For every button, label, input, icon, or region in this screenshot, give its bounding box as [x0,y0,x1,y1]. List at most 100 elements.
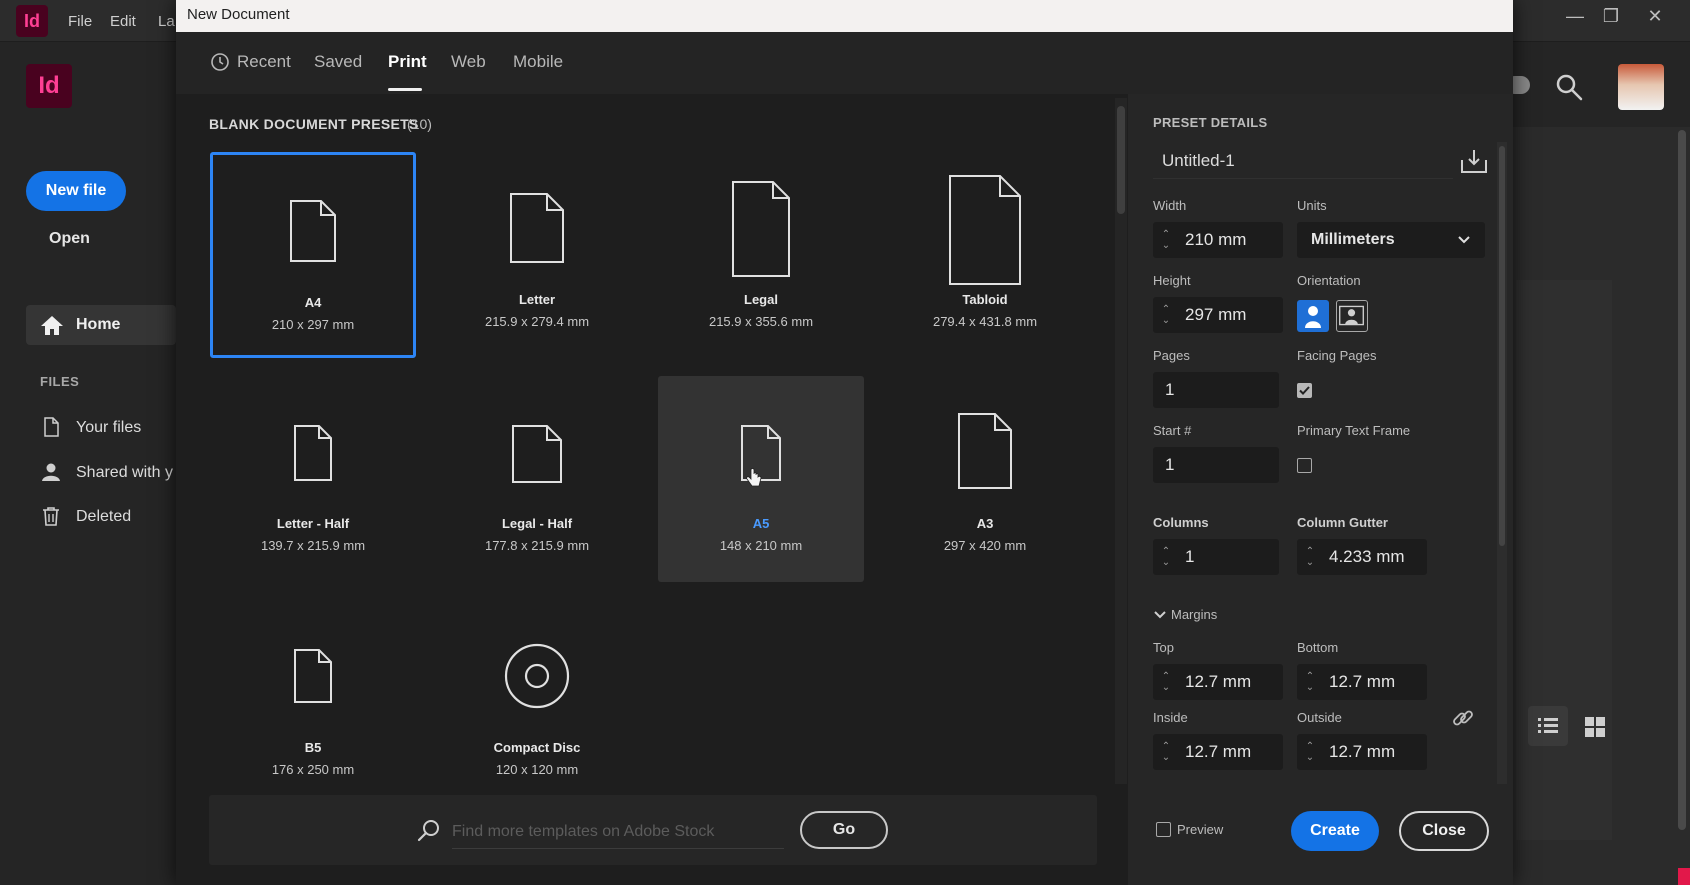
menu-file[interactable]: File [68,13,92,30]
top-margin-label: Top [1153,640,1174,655]
width-field[interactable]: ⌃ ⌄ 210 mm [1153,222,1283,258]
landscape-icon [1339,305,1364,326]
preset-compact-disc[interactable]: Compact Disc 120 x 120 mm [434,600,640,806]
save-preset-icon[interactable] [1460,148,1488,174]
preset-size: 139.7 x 215.9 mm [260,538,366,553]
preset-name: Tabloid [962,292,1008,307]
tab-print[interactable]: Print [388,52,427,72]
stepper-icon[interactable]: ⌃ ⌄ [1297,664,1323,700]
stock-search-input[interactable] [452,815,784,849]
close-button[interactable]: Close [1399,811,1489,851]
bottom-margin-field[interactable]: ⌃ ⌄ 12.7 mm [1297,664,1427,700]
preset-name: Letter - Half [276,516,350,531]
preset-name: A3 [976,516,994,531]
minimize-icon[interactable]: — [1560,6,1590,30]
tab-recent[interactable]: Recent [237,52,291,72]
outside-margin-label: Outside [1297,710,1342,725]
search-icon[interactable] [1554,72,1584,102]
column-gutter-field[interactable]: ⌃ ⌄ 4.233 mm [1297,539,1427,575]
tab-mobile[interactable]: Mobile [513,52,563,72]
go-button[interactable]: Go [800,811,888,849]
facing-pages-checkbox[interactable] [1297,383,1312,398]
preview-checkbox[interactable] [1156,822,1171,837]
restore-icon[interactable]: ❐ [1596,6,1626,30]
sidebar-item-deleted[interactable]: Deleted [76,508,131,526]
preset-a4[interactable]: A4 210 x 297 mm [210,152,416,358]
presets-scroll-thumb[interactable] [1117,106,1125,214]
stepper-icon[interactable]: ⌃ ⌄ [1153,297,1179,333]
tabs-bar [176,32,1513,94]
width-value: 210 mm [1185,230,1247,249]
preset-letter-half[interactable]: Letter - Half 139.7 x 215.9 mm [210,376,416,582]
menu-edit[interactable]: Edit [110,13,136,30]
bottom-margin-value: 12.7 mm [1329,672,1396,691]
app-scrollbar[interactable] [1678,130,1686,830]
columns-value: 1 [1185,547,1195,566]
margins-toggle[interactable]: Margins [1153,607,1217,622]
preset-name: B5 [304,740,322,755]
inside-margin-field[interactable]: ⌃ ⌄ 12.7 mm [1153,734,1283,770]
outside-margin-field[interactable]: ⌃ ⌄ 12.7 mm [1297,734,1427,770]
file-icon [44,417,59,437]
preset-name: A4 [304,295,322,310]
preset-a3[interactable]: A3 297 x 420 mm [882,376,1088,582]
preset-letter[interactable]: Letter 215.9 x 279.4 mm [434,152,640,358]
avatar[interactable] [1618,64,1664,110]
preset-name: Compact Disc [493,740,581,755]
preset-name: Legal [744,292,778,307]
portrait-icon [1305,306,1321,328]
stepper-icon[interactable]: ⌃ ⌄ [1297,734,1323,770]
stepper-icon[interactable]: ⌃ ⌄ [1153,539,1179,575]
create-button[interactable]: Create [1291,811,1379,851]
dialog-titlebar [176,0,1513,32]
pages-label: Pages [1153,348,1190,363]
link-icon[interactable] [1450,705,1476,731]
start-page-field[interactable]: 1 [1153,447,1279,483]
columns-field[interactable]: ⌃ ⌄ 1 [1153,539,1279,575]
details-scroll-thumb[interactable] [1499,146,1505,546]
bottom-margin-label: Bottom [1297,640,1339,655]
start-label: Start # [1153,423,1192,438]
presets-count: (10) [407,116,432,132]
clock-icon [211,53,229,71]
landscape-orientation-button[interactable] [1336,300,1368,332]
tab-saved[interactable]: Saved [314,52,362,72]
height-field[interactable]: ⌃ ⌄ 297 mm [1153,297,1283,333]
units-select[interactable]: Millimeters [1297,222,1485,258]
checkmark-icon [1299,386,1310,395]
indesign-logo: Id [26,64,72,108]
grid-view-icon[interactable] [1584,716,1606,738]
preset-size: 120 x 120 mm [495,762,579,777]
stepper-icon[interactable]: ⌃ ⌄ [1153,664,1179,700]
preset-size: 215.9 x 279.4 mm [484,314,590,329]
preset-b5[interactable]: B5 176 x 250 mm [210,600,416,806]
top-margin-field[interactable]: ⌃ ⌄ 12.7 mm [1153,664,1283,700]
sidebar-item-your-files[interactable]: Your files [76,419,141,437]
open-button[interactable]: Open [49,230,90,248]
notification-indicator [1678,868,1690,885]
stepper-icon[interactable]: ⌃ ⌄ [1153,734,1179,770]
preset-tabloid[interactable]: Tabloid 279.4 x 431.8 mm [882,152,1088,358]
stepper-icon[interactable]: ⌃ ⌄ [1153,222,1179,258]
primary-text-frame-checkbox[interactable] [1297,458,1312,473]
preset-legal[interactable]: Legal 215.9 x 355.6 mm [658,152,864,358]
preset-legal-half[interactable]: Legal - Half 177.8 x 215.9 mm [434,376,640,582]
close-window-icon[interactable]: ✕ [1640,6,1670,30]
inside-margin-label: Inside [1153,710,1188,725]
preset-size: 210 x 297 mm [271,317,355,332]
tab-web[interactable]: Web [451,52,486,72]
document-icon [294,425,332,481]
stepper-icon[interactable]: ⌃ ⌄ [1297,539,1323,575]
new-file-button[interactable]: New file [26,171,126,211]
pages-field[interactable]: 1 [1153,372,1279,408]
height-label: Height [1153,273,1191,288]
home-icon [41,316,63,335]
sidebar-item-home-label: Home [76,316,121,333]
preset-name: Legal - Half [501,516,573,531]
document-name-field[interactable]: Untitled-1 [1153,143,1453,179]
menu-layout[interactable]: La [158,13,175,30]
list-view-icon[interactable] [1528,706,1568,746]
portrait-orientation-button[interactable] [1297,300,1329,332]
preset-a5[interactable]: A5 148 x 210 mm [658,376,864,582]
sidebar-item-shared[interactable]: Shared with y [76,464,173,482]
